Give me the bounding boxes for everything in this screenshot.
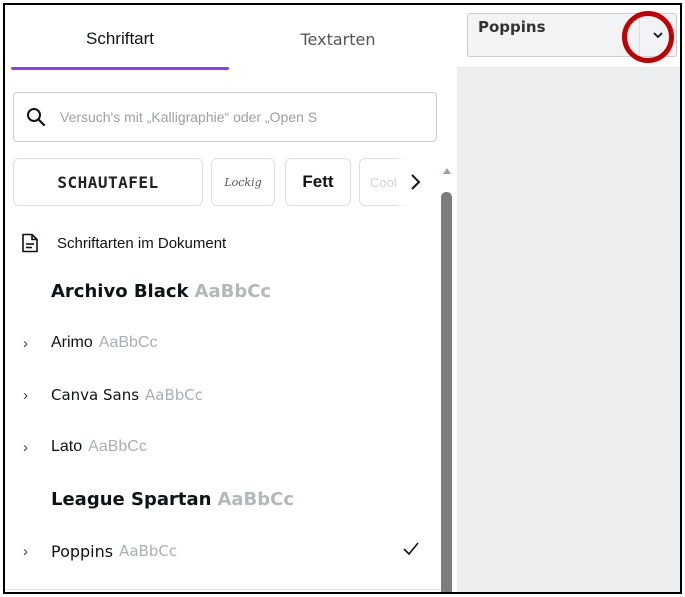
font-sample: AaBbCc: [194, 280, 272, 302]
scroll-up-arrow-icon[interactable]: [443, 168, 451, 174]
font-panel: Schriftart Textarten SCHAUTAFEL Lockig F…: [5, 5, 457, 592]
divider: [5, 589, 441, 590]
app-frame: Schriftart Textarten SCHAUTAFEL Lockig F…: [3, 3, 682, 594]
font-name: Arimo: [51, 334, 93, 351]
chevron-right-icon[interactable]: ›: [23, 543, 37, 560]
font-name: League Spartan: [51, 488, 212, 510]
font-family-dropdown[interactable]: Poppins: [467, 13, 677, 57]
chevron-right-icon[interactable]: ›: [23, 335, 37, 352]
font-name: Poppins: [51, 541, 114, 561]
font-sample: AaBbCc: [98, 334, 158, 351]
panel-scrollbar[interactable]: [441, 168, 453, 592]
font-name: Archivo Black: [51, 280, 189, 302]
editor-canvas-area: Poppins: [457, 5, 680, 592]
font-sample: AaBbCc: [217, 488, 294, 510]
font-row-poppins[interactable]: › Poppins AaBbCc: [5, 527, 441, 575]
panel-tabs: Schriftart Textarten: [5, 5, 457, 73]
document-fonts-label: Schriftarten im Dokument: [57, 234, 227, 252]
tab-textarten[interactable]: Textarten: [229, 5, 447, 73]
checkmark-icon: [403, 542, 419, 556]
chip-fett[interactable]: Fett: [285, 158, 351, 206]
chevron-down-icon[interactable]: [639, 14, 676, 56]
active-tab-indicator: [11, 67, 229, 70]
document-fonts-header: Schriftarten im Dokument: [5, 221, 441, 265]
scrollbar-thumb[interactable]: [441, 192, 452, 592]
font-family-value: Poppins: [478, 18, 546, 36]
font-row-league-spartan[interactable]: League Spartan AaBbCc: [5, 475, 441, 523]
document-icon: [22, 233, 38, 253]
font-sample: AaBbCc: [88, 438, 147, 455]
chevron-right-icon: [411, 174, 421, 190]
chevron-right-icon[interactable]: ›: [23, 387, 37, 404]
chip-lockig[interactable]: Lockig: [211, 158, 275, 206]
search-icon: [27, 108, 46, 127]
chip-schautafel[interactable]: SCHAUTAFEL: [13, 158, 203, 206]
font-row-arimo[interactable]: › Arimo AaBbCc: [5, 319, 441, 367]
chevron-right-icon[interactable]: ›: [23, 439, 37, 456]
chips-next-button[interactable]: [397, 158, 433, 206]
font-name: Lato: [51, 438, 83, 455]
font-row-lato[interactable]: › Lato AaBbCc: [5, 423, 441, 471]
font-row-canva-sans[interactable]: › Canva Sans AaBbCc: [5, 371, 441, 419]
font-name: Canva Sans: [51, 386, 140, 404]
editor-toolbar: Poppins: [457, 5, 680, 68]
tab-schriftart[interactable]: Schriftart: [11, 5, 229, 73]
style-chips: SCHAUTAFEL Lockig Fett Cool: [13, 158, 433, 208]
font-sample: AaBbCc: [119, 542, 178, 560]
search-input[interactable]: [60, 109, 420, 125]
font-search-box[interactable]: [13, 92, 437, 142]
font-row-archivo-black[interactable]: Archivo Black AaBbCc: [5, 267, 441, 315]
font-sample: AaBbCc: [145, 386, 204, 404]
